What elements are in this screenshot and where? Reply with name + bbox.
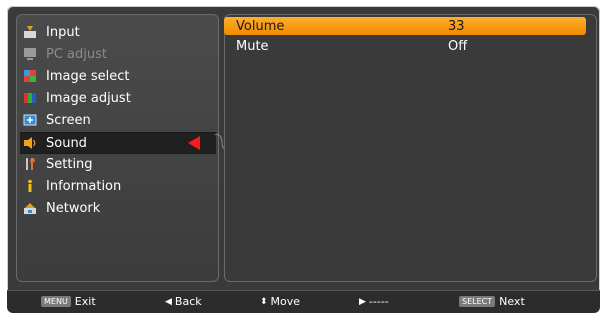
- next-label: Next: [499, 295, 525, 308]
- mute-label: Mute: [236, 38, 269, 54]
- sound-icon: [23, 136, 37, 150]
- menu-item-label: Screen: [46, 112, 91, 128]
- mute-value: Off: [448, 38, 468, 54]
- menu-item-sound[interactable]: Sound: [20, 132, 216, 154]
- projector-osd: Input PC adjust Image select Image adjus…: [7, 6, 600, 312]
- menu-item-image-adjust[interactable]: Image adjust: [20, 88, 216, 108]
- menu-item-label: Image select: [46, 68, 130, 84]
- menu-item-screen[interactable]: Screen: [20, 110, 216, 130]
- network-icon: [23, 201, 37, 215]
- left-arrow-icon: ◀: [165, 296, 172, 307]
- play-label: -----: [368, 295, 389, 308]
- right-arrow-icon: ▶: [359, 296, 366, 307]
- submenu-row-mute[interactable]: Mute Off: [224, 37, 586, 55]
- play-hint[interactable]: ▶ -----: [359, 295, 389, 308]
- menu-item-label: Sound: [46, 135, 87, 151]
- volume-label: Volume: [236, 18, 285, 34]
- menu-item-input[interactable]: Input: [20, 22, 216, 42]
- image-select-icon: [23, 69, 37, 83]
- image-adjust-icon: [23, 91, 37, 105]
- main-menu-panel: Input PC adjust Image select Image adjus…: [16, 14, 219, 282]
- exit-label: Exit: [74, 295, 96, 308]
- input-icon: [23, 25, 37, 39]
- menu-key-icon: MENU: [41, 296, 71, 307]
- submenu-row-volume[interactable]: Volume 33: [224, 17, 586, 35]
- menu-item-label: Information: [46, 178, 122, 194]
- menu-item-label: Input: [46, 24, 80, 40]
- screen-icon: [23, 113, 37, 127]
- menu-item-label: PC adjust: [46, 46, 107, 62]
- information-icon: [23, 179, 37, 193]
- menu-item-setting[interactable]: Setting: [20, 154, 216, 174]
- menu-item-pc-adjust[interactable]: PC adjust: [20, 44, 216, 64]
- up-down-arrow-icon: ⬍: [260, 296, 268, 307]
- next-hint[interactable]: SELECT Next: [459, 295, 525, 308]
- move-label: Move: [270, 295, 301, 308]
- exit-hint[interactable]: MENU Exit: [41, 295, 96, 308]
- selection-arrow-icon: [188, 136, 200, 150]
- menu-item-label: Image adjust: [46, 90, 131, 106]
- back-hint[interactable]: ◀ Back: [165, 295, 202, 308]
- move-hint[interactable]: ⬍ Move: [260, 295, 300, 308]
- menu-item-label: Setting: [46, 156, 93, 172]
- volume-value: 33: [448, 18, 465, 34]
- menu-item-information[interactable]: Information: [20, 176, 216, 196]
- menu-item-image-select[interactable]: Image select: [20, 66, 216, 86]
- monitor-icon: [23, 47, 37, 61]
- menu-item-network[interactable]: Network: [20, 198, 216, 218]
- setting-icon: [23, 157, 37, 171]
- menu-item-label: Network: [46, 200, 101, 216]
- key-guide-bar: MENU Exit ◀ Back ⬍ Move ▶ ----- SELECT N…: [7, 290, 600, 313]
- select-key-icon: SELECT: [459, 296, 496, 307]
- back-label: Back: [174, 295, 202, 308]
